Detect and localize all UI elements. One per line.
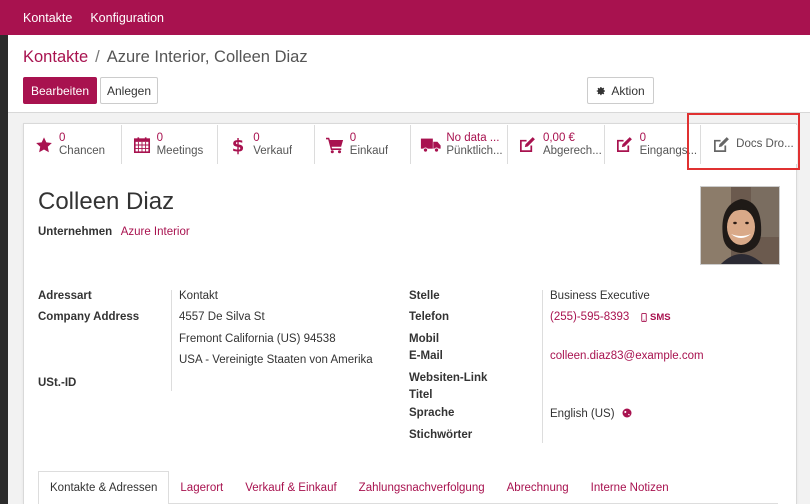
- smart-button-sales[interactable]: $ 0 Verkauf: [217, 125, 314, 164]
- smart-button-label: Abgerech...: [542, 144, 602, 157]
- smart-button-value: 0: [639, 131, 646, 144]
- notebook-tabs: Kontakte & Adressen Lagerort Verkauf & E…: [38, 471, 778, 504]
- avatar[interactable]: [700, 186, 780, 265]
- smart-button-purchases[interactable]: 0 Einkauf: [313, 125, 411, 164]
- job-value: Business Executive: [550, 290, 650, 302]
- smart-button-value: 0: [349, 131, 357, 144]
- action-label: Aktion: [611, 83, 645, 98]
- control-panel: Kontakte / Azure Interior, Colleen Diaz …: [8, 35, 810, 113]
- company-address-label: Company Address: [38, 311, 140, 323]
- title-label: Titel: [409, 389, 433, 401]
- website-label: Websiten-Link: [409, 372, 488, 384]
- truck-icon: [420, 134, 442, 156]
- calendar-icon: [131, 134, 153, 156]
- smart-button-value: 0: [253, 131, 260, 144]
- dollar-icon: $: [227, 134, 249, 156]
- job-label: Stelle: [409, 290, 440, 302]
- star-icon: [33, 134, 55, 156]
- smart-button-value: No data ...: [446, 131, 500, 144]
- smart-button-value: 0: [59, 131, 66, 144]
- svg-text:$: $: [232, 135, 245, 155]
- tab-payment-follow-up[interactable]: Zahlungsnachverfolgung: [348, 471, 496, 504]
- email-label: E-Mail: [409, 350, 443, 362]
- smart-button-label: Verkauf: [253, 144, 293, 157]
- tab-contacts-addresses[interactable]: Kontakte & Adressen: [38, 471, 170, 504]
- smart-button-on-time[interactable]: No data ... Pünktlich...: [410, 125, 507, 164]
- edit-icon: [517, 134, 539, 156]
- address-country: USA - Vereinigte Staaten von Amerika: [179, 354, 373, 366]
- create-button[interactable]: Anlegen: [100, 77, 158, 104]
- smart-button-docs-drop[interactable]: Docs Dro...: [700, 125, 797, 164]
- column-divider: [171, 290, 172, 391]
- address-city-line: Fremont California (US) 94538: [179, 333, 336, 345]
- mobile-label: Mobil: [409, 333, 440, 345]
- language-value[interactable]: English (US): [550, 408, 615, 420]
- smart-button-opportunities[interactable]: 0 Chancen: [24, 125, 121, 164]
- smart-button-label: Eingangs...: [639, 144, 698, 157]
- sms-button[interactable]: SMS: [641, 312, 671, 323]
- tags-label: Stichwörter: [409, 429, 473, 441]
- edit-button[interactable]: Bearbeiten: [23, 77, 97, 104]
- tab-invoicing[interactable]: Abrechnung: [496, 471, 580, 504]
- address-street: 4557 De Silva St: [179, 311, 265, 323]
- edit-icon: [614, 134, 636, 156]
- globe-icon[interactable]: [622, 408, 632, 418]
- partner-name: Colleen Diaz: [38, 188, 175, 215]
- breadcrumb-current: Azure Interior, Colleen Diaz: [106, 48, 308, 66]
- action-button[interactable]: Aktion: [587, 77, 654, 104]
- nav-konfiguration[interactable]: Konfiguration: [82, 11, 172, 25]
- email-link[interactable]: colleen.diaz83@example.com: [550, 350, 704, 362]
- smart-button-invoiced[interactable]: 0,00 € Abgerech...: [506, 125, 604, 164]
- smart-button-box: 0 Chancen 0 Meetings $ 0 Verkauf 0 Einka…: [24, 125, 797, 164]
- language-label: Sprache: [409, 407, 455, 419]
- phone-label: Telefon: [409, 311, 450, 323]
- smart-button-label: Chancen: [59, 144, 106, 157]
- breadcrumb: Kontakte / Azure Interior, Colleen Diaz: [23, 48, 308, 67]
- address-type-value[interactable]: Kontakt: [179, 290, 218, 302]
- company-label: Unternehmen: [38, 226, 113, 238]
- column-divider: [542, 290, 543, 443]
- cart-icon: [324, 134, 346, 156]
- vat-label: USt.-ID: [38, 377, 77, 389]
- top-navbar: Kontakte Konfiguration: [0, 0, 810, 35]
- smart-button-value: 0,00 €: [542, 131, 575, 144]
- breadcrumb-separator: /: [95, 48, 100, 66]
- address-type-label: Adressart: [38, 290, 92, 302]
- tab-internal-notes[interactable]: Interne Notizen: [580, 471, 680, 504]
- company-line: Unternehmen Azure Interior: [38, 226, 190, 238]
- smart-button-value: 0: [156, 131, 163, 144]
- nav-kontakte[interactable]: Kontakte: [15, 11, 80, 25]
- smart-button-vendor-bills[interactable]: 0 Eingangs...: [603, 125, 701, 164]
- smart-button-label: Meetings: [156, 144, 204, 157]
- phone-link[interactable]: (255)-595-8393: [550, 311, 629, 323]
- tab-sales-purchase[interactable]: Verkauf & Einkauf: [234, 471, 347, 504]
- smart-button-label: Einkauf: [349, 144, 389, 157]
- breadcrumb-parent-link[interactable]: Kontakte: [23, 48, 88, 67]
- sms-label: SMS: [650, 312, 671, 323]
- smart-button-meetings[interactable]: 0 Meetings: [120, 125, 218, 164]
- gear-icon: [597, 86, 606, 95]
- edit-icon: [710, 134, 732, 156]
- mobile-icon: [641, 313, 647, 322]
- tab-stock-location[interactable]: Lagerort: [169, 471, 234, 504]
- smart-button-label: Pünktlich...: [446, 144, 503, 157]
- left-edge-bar: [0, 35, 8, 504]
- smart-button-label: Docs Dro...: [736, 138, 794, 150]
- company-link[interactable]: Azure Interior: [121, 226, 190, 238]
